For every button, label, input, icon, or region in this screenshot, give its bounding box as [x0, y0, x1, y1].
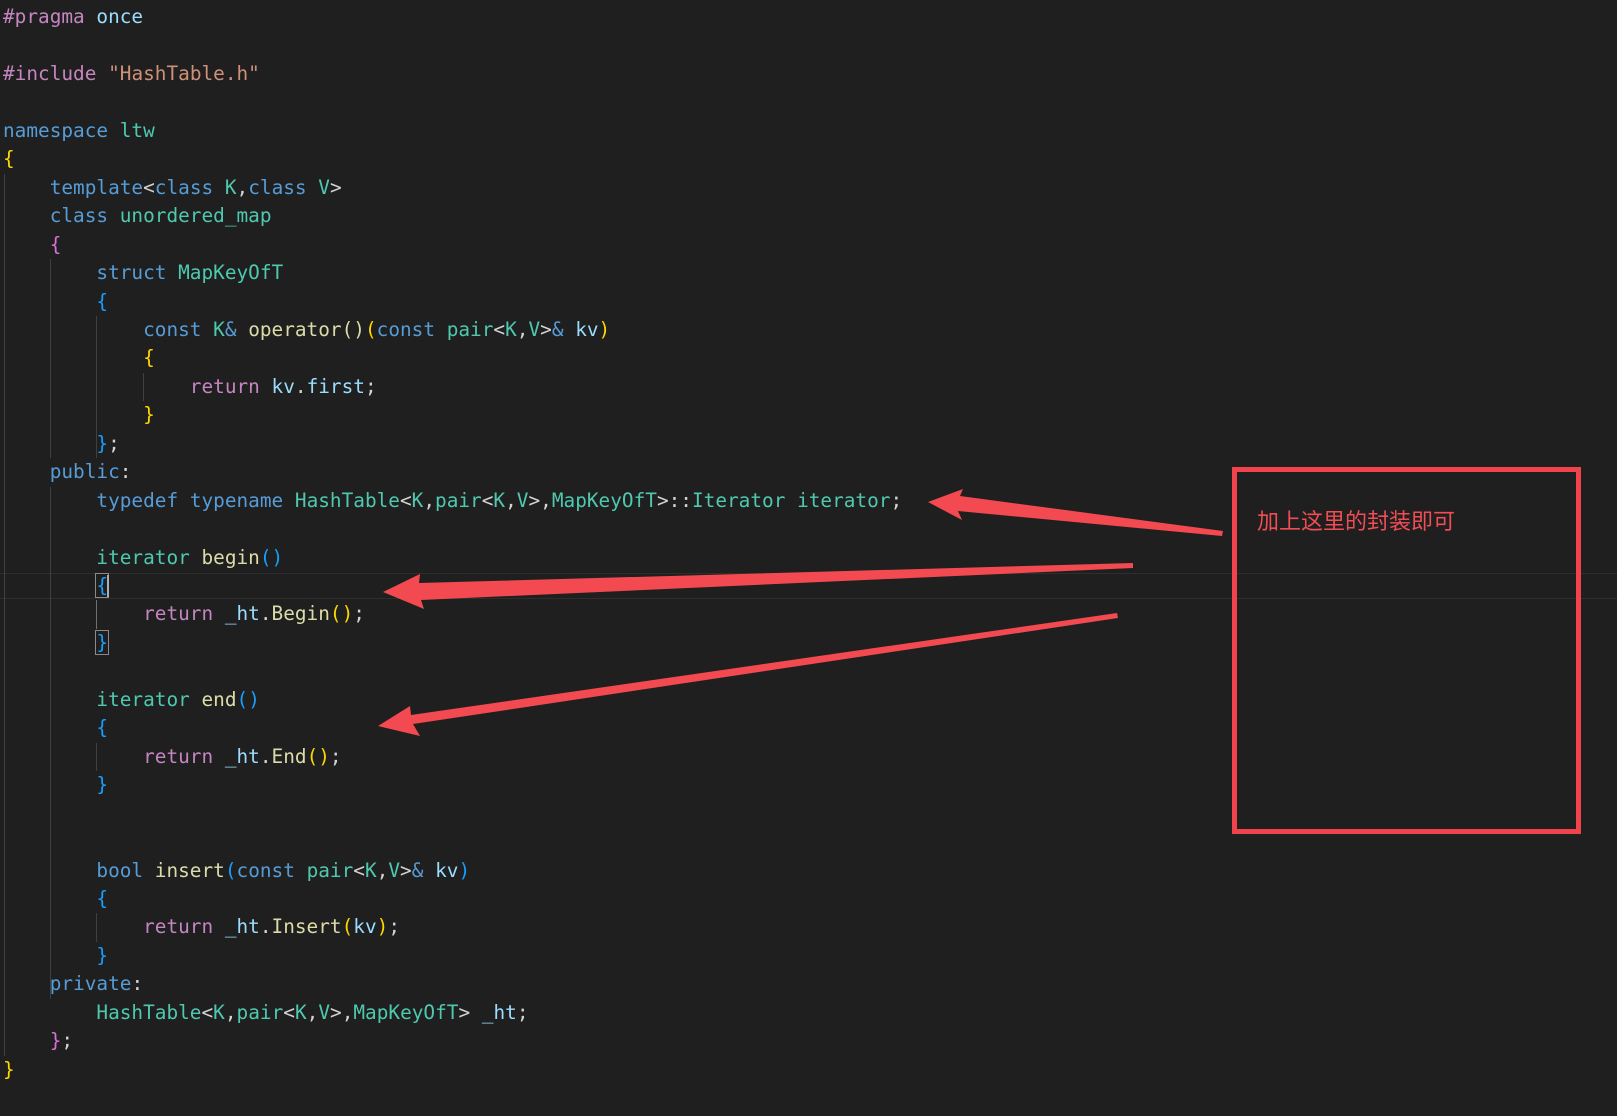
arrow-to-typedef — [928, 489, 1223, 536]
annotation-note: 加上这里的封装即可 — [1257, 510, 1456, 535]
arrow-to-begin — [383, 563, 1133, 609]
arrow-to-end — [378, 613, 1118, 736]
